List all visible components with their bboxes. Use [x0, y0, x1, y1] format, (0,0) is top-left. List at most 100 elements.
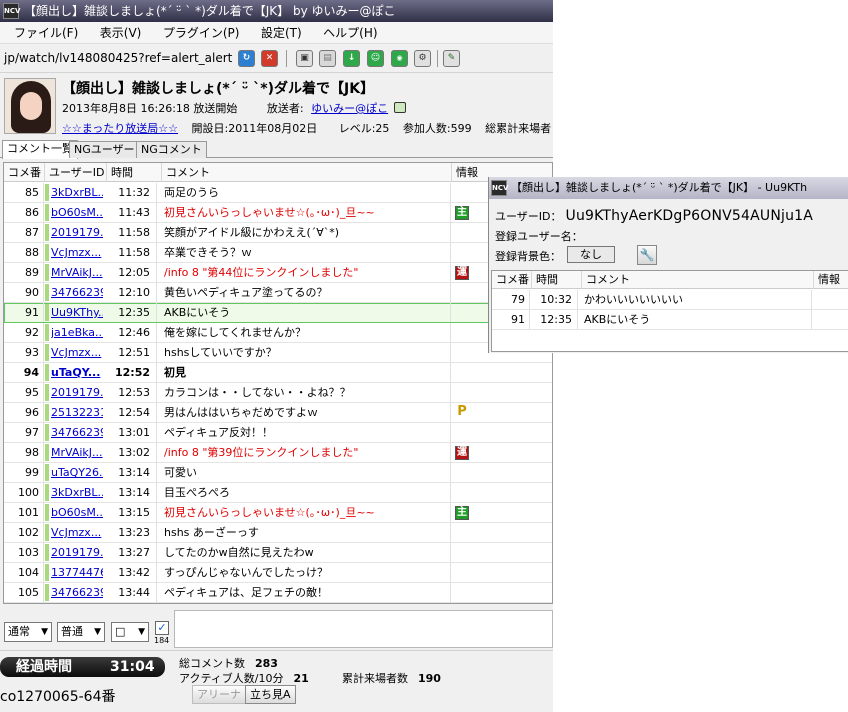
comment-viewer-icon[interactable]: ▣ — [296, 50, 313, 67]
operator-badge-icon: 運 — [455, 446, 469, 460]
comment-row[interactable]: 99 uTaQY26...13:14 可愛い — [4, 463, 552, 483]
col-comment-no[interactable]: コメ番 — [4, 163, 45, 182]
comment-row[interactable]: 86 bO60sM... 11:43 初見さんいらっしゃいませ☆(｡･ω･)_旦~~ 主 — [4, 203, 552, 223]
user-id-link[interactable]: 2019179... — [51, 543, 103, 562]
comment-row[interactable]: 94 uTaQY... 12:52 初見 — [4, 363, 552, 383]
popup-user-id-value[interactable]: Uu9KThyAerKDgP6ONV54AUNju1A — [566, 208, 814, 224]
user-id-link[interactable]: 25132231 — [51, 403, 103, 422]
menu-help[interactable]: ヘルプ(H) — [317, 22, 383, 44]
comment-row[interactable]: 88 VcJmzx... 11:58 卒業できそう？ｗ — [4, 243, 552, 263]
comment-text: してたのかw自然に見えたわw — [162, 543, 451, 562]
user-color-bar — [45, 324, 49, 341]
col-user-id[interactable]: ユーザーID — [45, 163, 107, 182]
user-id-link[interactable]: uTaQY26... — [51, 463, 103, 482]
broadcaster-thumbnail[interactable] — [4, 78, 56, 134]
tab-bar: コメント一覧 NGユーザー NGコメント — [0, 140, 553, 159]
popup-col-no[interactable]: コメ番 — [492, 271, 532, 289]
settings-icon[interactable]: ⚙ — [414, 50, 431, 67]
user-id-link[interactable]: ja1eBka... — [51, 323, 103, 342]
comment-row[interactable]: 89 MrVAikJ... 12:05/info 8 "第44位にランクインしました… — [4, 263, 552, 283]
comment-row[interactable]: 96 25132231 12:54 男はんははいちゃだめですよｗ P — [4, 403, 552, 423]
comment-row[interactable]: 87 2019179...11:58 笑顔がアイドル級にかわええ(´∀`*) — [4, 223, 552, 243]
comment-time: 12:52 — [107, 363, 157, 382]
comment-row[interactable]: 105 34766239 13:44 ペディキュアは、足フェチの敵！ — [4, 583, 552, 603]
arena-button[interactable]: アリーナ — [192, 685, 246, 704]
anonymous-checkbox[interactable]: ✓ — [155, 621, 169, 635]
user-id-link[interactable]: VcJmzx... — [51, 343, 103, 362]
user-id-link[interactable]: 3kDxrBL... — [51, 483, 103, 502]
col-time[interactable]: 時間 — [107, 163, 162, 182]
user-id-link[interactable]: VcJmzx... — [51, 243, 103, 262]
user-id-link[interactable]: uTaQY... — [51, 363, 103, 382]
user-id-link[interactable]: 13774476 — [51, 563, 103, 582]
disconnect-icon[interactable]: ✕ — [261, 50, 278, 67]
tab-ng-comments[interactable]: NGコメント — [136, 141, 207, 158]
comment-row[interactable]: 85 3kDxrBL... 11:32 両足のうら — [4, 183, 552, 203]
user-id-link[interactable]: MrVAikJ... — [51, 263, 103, 282]
col-comment[interactable]: コメント — [162, 163, 452, 182]
popup-bg-color-value[interactable]: なし — [567, 246, 615, 263]
comment-no: 88 — [4, 243, 44, 262]
menu-view[interactable]: 表示(V) — [94, 22, 148, 44]
plugin-icon[interactable]: ✎ — [443, 50, 460, 67]
user-id-link[interactable]: 3kDxrBL... — [51, 183, 103, 202]
speech-icon[interactable]: ▤ — [319, 50, 336, 67]
user-id-link[interactable]: 2019179... — [51, 223, 103, 242]
user-id-link[interactable]: MrVAikJ... — [51, 443, 103, 462]
menu-file[interactable]: ファイル(F) — [8, 22, 84, 44]
connect-icon[interactable]: ↻ — [238, 50, 255, 67]
popup-titlebar[interactable]: NCV 【顔出し】雑談しましょ(*´ ᵕ̈ ` *)ダル着で【JK】 - Uu9… — [489, 177, 848, 199]
popup-col-time[interactable]: 時間 — [532, 271, 582, 289]
comment-no: 96 — [4, 403, 44, 422]
comment-row[interactable]: 95 2019179...12:53 カラコンは・・してない・・よね？？ — [4, 383, 552, 403]
comment-time: 12:53 — [107, 383, 157, 402]
tab-ng-users[interactable]: NGユーザー — [69, 141, 140, 158]
user-id-link[interactable]: bO60sM... — [51, 503, 103, 522]
user-id-link[interactable]: 34766239 — [51, 583, 103, 602]
record-icon[interactable]: ◉ — [391, 50, 408, 67]
command-mode-select[interactable]: 通常 ▼ — [4, 622, 52, 642]
comment-row[interactable]: 100 3kDxrBL... 13:14 目玉ぺろぺろ — [4, 483, 552, 503]
comment-row[interactable]: 102 VcJmzx... 13:23 hshs あーざーっす — [4, 523, 552, 543]
popup-col-info[interactable]: 情報 — [814, 271, 848, 289]
popup-col-comment[interactable]: コメント — [582, 271, 814, 289]
comment-row[interactable]: 104 13774476 13:42 すっぴんじゃないんでしたっけ？ — [4, 563, 552, 583]
comment-no: 104 — [4, 563, 44, 582]
color-select[interactable]: □ ▼ — [111, 622, 149, 642]
comment-row[interactable]: 98 MrVAikJ... 13:02/info 8 "第39位にランクインしました… — [4, 443, 552, 463]
comment-row[interactable]: 101 bO60sM... 13:15 初見さんいらっしゃいませ☆(｡･ω･)_旦~~… — [4, 503, 552, 523]
comment-no: 100 — [4, 483, 44, 502]
menu-settings[interactable]: 設定(T) — [255, 22, 308, 44]
user-id-link[interactable]: Uu9KThy... — [51, 303, 103, 322]
comment-row[interactable]: 91 Uu9KThy... 12:35 AKBにいそう — [4, 303, 552, 323]
user-id-link[interactable]: VcJmzx... — [51, 523, 103, 542]
comment-row[interactable]: 90 34766239 12:10 黄色いペディキュア塗ってるの？ — [4, 283, 552, 303]
standing-a-button[interactable]: 立ち見A — [245, 685, 296, 704]
comment-no: 102 — [4, 523, 44, 542]
comment-text: 可愛い — [162, 463, 451, 482]
popup-row[interactable]: 79 10:32 かわいいいいいいい — [492, 290, 848, 310]
comment-row[interactable]: 103 2019179...13:27 してたのかw自然に見えたわw — [4, 543, 552, 563]
wrench-icon[interactable]: 🔧 — [637, 245, 657, 265]
download-icon[interactable]: ↓ — [343, 50, 360, 67]
comment-row[interactable]: 92 ja1eBka... 12:46 俺を嫁にしてくれませんか？ — [4, 323, 552, 343]
menu-plugin[interactable]: プラグイン(P) — [157, 22, 246, 44]
address-input[interactable]: jp/watch/lv148080425?ref=alert_alert — [4, 51, 232, 65]
community-seat: co1270065-64番 — [0, 689, 116, 705]
user-id-link[interactable]: 34766239 — [51, 283, 103, 302]
comment-row[interactable]: 93 VcJmzx... 12:51 hshsしていいですか？ — [4, 343, 552, 363]
comment-row[interactable]: 97 34766239 13:01 ペディキュア反対！！ — [4, 423, 552, 443]
comment-time: 12:54 — [107, 403, 157, 422]
user-id-link[interactable]: bO60sM... — [51, 203, 103, 222]
tab-comment-list[interactable]: コメント一覧 — [2, 140, 78, 159]
user-id-link[interactable]: 34766239 — [51, 423, 103, 442]
comment-input[interactable] — [174, 610, 553, 648]
window-titlebar[interactable]: NCV 【顔出し】雑談しましょ(*´ ᵕ̈ ` *)ダル着で【JK】 by ゆい… — [0, 0, 553, 22]
user-id-link[interactable]: 2019179... — [51, 383, 103, 402]
community-link[interactable]: ☆☆まったり放送局☆☆ — [62, 122, 178, 135]
broadcaster-link[interactable]: ゆいみー@ぽこ — [311, 102, 388, 115]
comment-text: 俺を嫁にしてくれませんか？ — [162, 323, 451, 342]
users-icon[interactable]: ☺ — [367, 50, 384, 67]
popup-row[interactable]: 91 12:35 AKBにいそう — [492, 310, 848, 330]
text-size-select[interactable]: 普通 ▼ — [57, 622, 105, 642]
